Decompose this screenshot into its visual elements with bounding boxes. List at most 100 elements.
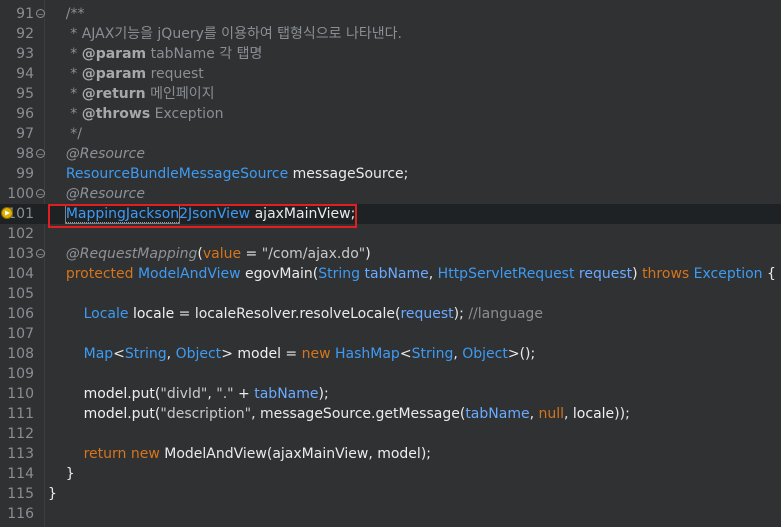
code-text[interactable]: protected ModelAndView egovMain(String t… [48,264,776,284]
code-line[interactable]: 116 [0,504,781,524]
code-text[interactable]: @RequestMapping(value = "/com/ajax.do") [48,244,371,264]
code-text[interactable]: */ [48,124,82,144]
line-number: 113 [7,446,34,462]
code-text[interactable]: model.put("divId", "." + tabName); [48,384,329,404]
code-line[interactable]: 99 ResourceBundleMessageSource messageSo… [0,164,781,184]
code-token: request [578,266,633,282]
code-text[interactable]: } [48,484,57,504]
code-token: messageSource [292,166,404,182]
code-line[interactable]: 93 * @param tabName 각 탭명 [0,44,781,64]
code-text[interactable]: @Resource [48,184,145,204]
code-token: , [207,386,217,402]
code-line[interactable]: 106 Locale locale = localeResolver.resol… [0,304,781,324]
line-number: 98 [16,146,34,162]
fold-collapse-icon[interactable]: − [36,249,45,259]
code-text[interactable]: } [48,464,75,484]
code-line[interactable]: 104 protected ModelAndView egovMain(Stri… [0,264,781,284]
code-token: /** [48,6,85,22]
fold-collapse-icon[interactable]: − [36,189,45,199]
code-line[interactable]: 100− @Resource [0,184,781,204]
code-text[interactable]: * @throws Exception [48,104,223,124]
code-text[interactable]: model.put("description", messageSource.g… [48,404,630,424]
code-token: ); [453,306,469,322]
code-text[interactable]: * @param tabName 각 탭명 [48,44,262,64]
code-line[interactable]: 112 [0,424,781,444]
code-token: HashMap [335,346,400,362]
code-line[interactable]: 110 model.put("divId", "." + tabName); [0,384,781,404]
code-token: .put( [127,386,161,402]
line-number: 96 [16,106,34,122]
code-line[interactable]: 95 * @return 메인페이지 [0,84,781,104]
line-number: 114 [7,466,34,482]
code-text[interactable]: * AJAX기능을 jQuery를 이용하여 탭형식으로 나타낸다. [48,24,402,44]
line-number: 91 [16,6,34,22]
code-token: , [166,346,176,362]
breakpoint-warning-icon[interactable] [1,206,15,220]
code-line[interactable]: 113 return new ModelAndView(ajaxMainView… [0,444,781,464]
code-line[interactable]: 105 [0,284,781,304]
code-token: return [83,446,127,462]
code-text[interactable]: /** [48,4,85,24]
code-line[interactable]: 108 Map<String, Object> model = new Hash… [0,344,781,364]
code-token: value [202,246,242,262]
code-token: @param [81,46,147,62]
code-line[interactable]: 97 */ [0,124,781,144]
line-number: 94 [16,66,34,82]
code-token: tabName 각 탭명 [146,46,263,62]
code-token: @Resource [48,146,145,162]
code-line[interactable]: 111 model.put("description", messageSour… [0,404,781,424]
code-token: * [48,46,82,62]
line-number: 97 [16,126,34,142]
line-number: 104 [7,266,34,282]
line-number: 95 [16,86,34,102]
code-token: ; [403,166,409,182]
code-line[interactable]: 114 } [0,464,781,484]
code-editor[interactable]: 91− /** 92 * AJAX기능을 jQuery를 이용하여 탭형식으로 나… [0,0,781,527]
fold-collapse-icon[interactable]: − [36,149,45,159]
code-token: throws [642,266,690,282]
line-number: 116 [7,506,34,522]
code-line[interactable]: 98− @Resource [0,144,781,164]
line-number: 102 [7,226,34,242]
code-token: protected [65,266,134,282]
line-number: 109 [7,366,34,382]
line-number: 106 [7,306,34,322]
code-token: "/com/ajax.do" [261,246,366,262]
code-line[interactable]: 107 [0,324,781,344]
code-line[interactable]: 109 [0,364,781,384]
line-number: 93 [16,46,34,62]
code-text[interactable]: Locale locale = localeResolver.resolveLo… [48,304,543,324]
code-text[interactable]: * @return 메인페이지 [48,84,214,104]
code-line[interactable]: 92 * AJAX기능을 jQuery를 이용하여 탭형식으로 나타낸다. [0,24,781,44]
code-token: @return [81,86,146,102]
code-token: >(); [507,346,536,362]
code-text[interactable]: * @param request [48,64,204,84]
code-token: @param [81,66,147,82]
code-token: locale [132,306,175,322]
code-line[interactable]: 103− @RequestMapping(value = "/com/ajax.… [0,244,781,264]
line-number: 111 [7,406,34,422]
code-token: model [237,346,281,362]
code-token: , [251,406,261,422]
code-token: String [124,346,167,362]
code-token: , [453,346,463,362]
fold-collapse-icon[interactable]: − [36,9,45,19]
code-text[interactable]: return new ModelAndView(ajaxMainView, mo… [48,444,431,464]
code-token: ) [632,266,643,282]
code-token: + [233,386,255,402]
code-line[interactable]: 96 * @throws Exception [0,104,781,124]
code-text[interactable]: ResourceBundleMessageSource messageSourc… [48,164,409,184]
code-token: Exception [693,266,763,282]
code-token: * [48,66,82,82]
code-token: model [83,386,128,402]
code-text[interactable]: Map<String, Object> model = new HashMap<… [48,344,536,364]
code-line[interactable]: 115} [0,484,781,504]
code-text[interactable]: @Resource [48,144,145,164]
code-line[interactable]: 91− /** [0,4,781,24]
code-token: > [221,346,238,362]
code-line[interactable]: 94 * @param request [0,64,781,84]
